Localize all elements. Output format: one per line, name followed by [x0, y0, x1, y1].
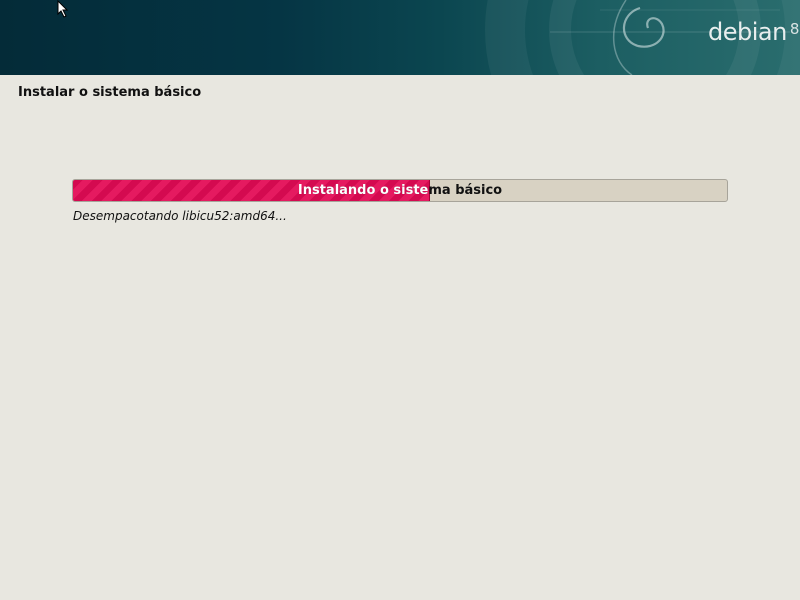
page-title: Instalar o sistema básico [18, 85, 202, 100]
progress-label-overlay: Instalando o sistema básico [73, 180, 430, 201]
swirl-decoration-icon [485, 0, 800, 75]
progress-label-inverse: Instalando o sistema básico [297, 183, 430, 198]
debian-logo: debian 8 [708, 18, 799, 46]
logo-version: 8 [789, 20, 800, 38]
progress-status: Desempacotando libicu52:amd64... [73, 209, 287, 223]
logo-text: debian [708, 18, 787, 46]
header-banner: debian 8 [0, 0, 800, 75]
progress-bar: Instalando o sistema básico Instalando o… [72, 179, 728, 202]
mouse-cursor-icon [57, 0, 69, 18]
